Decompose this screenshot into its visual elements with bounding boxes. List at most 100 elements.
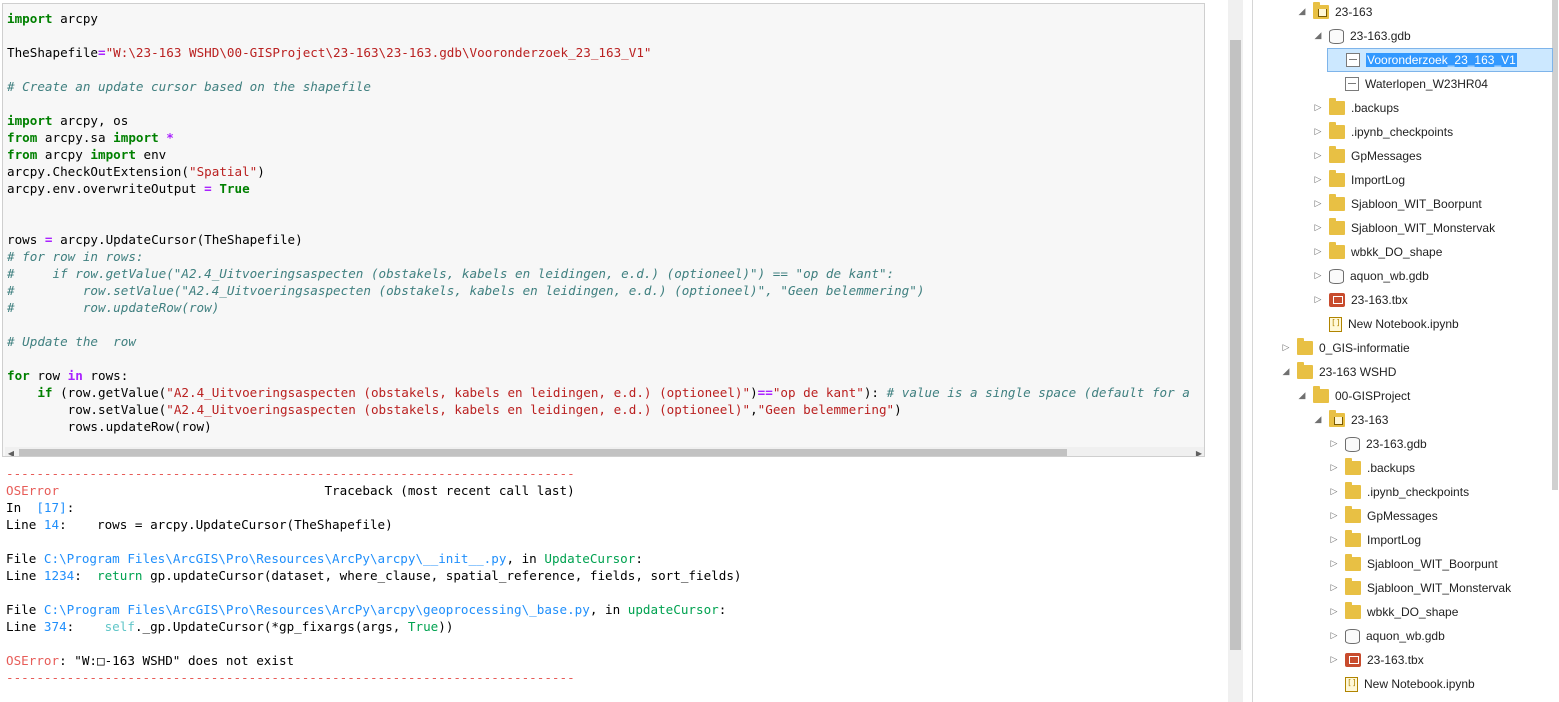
catalog-item[interactable]: ▷ .backups bbox=[1327, 456, 1415, 480]
expand-arrow-icon[interactable]: ▷ bbox=[1327, 439, 1341, 449]
code-token: row.setValue( bbox=[7, 402, 167, 417]
code-token: True bbox=[219, 181, 250, 196]
expand-arrow-icon[interactable]: ▷ bbox=[1327, 535, 1341, 545]
code-token: )) bbox=[438, 619, 454, 634]
catalog-item[interactable]: New Notebook.ipynb bbox=[1311, 312, 1459, 336]
code-token: File bbox=[6, 551, 44, 566]
output-line: Line 14: rows = arcpy.UpdateCursor(TheSh… bbox=[6, 516, 742, 533]
catalog-item[interactable]: Vooronderzoek_23_163_V1 bbox=[1327, 48, 1553, 72]
vertical-scroll-thumb[interactable] bbox=[1230, 40, 1241, 650]
code-token: arcpy.CheckOutExtension( bbox=[7, 164, 189, 179]
catalog-item[interactable]: ▷ aquon_wb.gdb bbox=[1327, 624, 1445, 648]
collapse-arrow-icon[interactable]: ◢ bbox=[1295, 7, 1309, 17]
catalog-item[interactable]: ▷ .ipynb_checkpoints bbox=[1327, 480, 1469, 504]
expand-arrow-icon[interactable]: ▷ bbox=[1311, 199, 1325, 209]
catalog-item[interactable]: ▷ .ipynb_checkpoints bbox=[1311, 120, 1453, 144]
expand-arrow-icon[interactable]: ▷ bbox=[1311, 175, 1325, 185]
horizontal-scrollbar[interactable]: ◀ ▶ bbox=[5, 447, 1204, 456]
output-line: ----------------------------------------… bbox=[6, 465, 742, 482]
expand-arrow-icon[interactable]: ▷ bbox=[1327, 631, 1341, 641]
expand-arrow-icon[interactable]: ▷ bbox=[1327, 463, 1341, 473]
catalog-item[interactable]: ◢ 23-163 WSHD bbox=[1279, 360, 1396, 384]
scroll-left-icon[interactable]: ◀ bbox=[5, 447, 17, 456]
catalog-item[interactable]: ▷ wbkk_DO_shape bbox=[1327, 600, 1458, 624]
code-token: In bbox=[6, 500, 37, 515]
collapse-arrow-icon[interactable]: ◢ bbox=[1311, 415, 1325, 425]
output-line: OSError Traceback (most recent call last… bbox=[6, 482, 742, 499]
catalog-item[interactable]: ▷ Sjabloon_WIT_Boorpunt bbox=[1327, 552, 1498, 576]
catalog-item[interactable]: ▷ Sjabloon_WIT_Monstervak bbox=[1311, 216, 1495, 240]
catalog-item[interactable]: ▷ ImportLog bbox=[1327, 528, 1421, 552]
catalog-item[interactable]: ▷ 23-163.tbx bbox=[1327, 648, 1424, 672]
catalog-item[interactable]: ▷ GpMessages bbox=[1327, 504, 1438, 528]
code-line: # row.updateRow(row) bbox=[7, 299, 1190, 316]
code-token: # value is a single space (default for a bbox=[886, 385, 1190, 400]
expand-arrow-icon[interactable]: ▷ bbox=[1311, 127, 1325, 137]
expand-arrow-icon[interactable]: ▷ bbox=[1311, 247, 1325, 257]
expand-arrow-icon[interactable]: ▷ bbox=[1327, 511, 1341, 521]
catalog-item[interactable]: Waterlopen_W23HR04 bbox=[1327, 72, 1488, 96]
code-token: : bbox=[66, 619, 105, 634]
expand-arrow-icon[interactable]: ▷ bbox=[1311, 295, 1325, 305]
catalog-item[interactable]: ◢ 23-163 bbox=[1295, 0, 1372, 24]
geodatabase-icon bbox=[1345, 436, 1360, 452]
catalog-item-label: 23-163 WSHD bbox=[1319, 365, 1397, 379]
code-token: "op de kant" bbox=[772, 385, 864, 400]
catalog-item[interactable]: ▷ 23-163.tbx bbox=[1311, 288, 1408, 312]
catalog-item-label: Sjabloon_WIT_Monstervak bbox=[1351, 221, 1496, 235]
horizontal-scroll-thumb[interactable] bbox=[19, 449, 1067, 456]
code-token: Traceback (most recent call last) bbox=[59, 483, 575, 498]
code-editor[interactable]: import arcpy TheShapefile="W:\23-163 WSHD… bbox=[7, 10, 1190, 435]
home-folder-icon bbox=[1329, 410, 1345, 427]
code-token: OSError bbox=[6, 653, 60, 668]
catalog-item[interactable]: ▷ ImportLog bbox=[1311, 168, 1405, 192]
catalog-item[interactable]: ▷ wbkk_DO_shape bbox=[1311, 240, 1442, 264]
expand-arrow-icon[interactable]: ▷ bbox=[1327, 655, 1341, 665]
output-line: File C:\Program Files\ArcGIS\Pro\Resourc… bbox=[6, 550, 742, 567]
code-line: # for row in rows: bbox=[7, 248, 1190, 265]
catalog-item[interactable]: ▷ .backups bbox=[1311, 96, 1399, 120]
code-token: = bbox=[44, 232, 53, 247]
collapse-arrow-icon[interactable]: ◢ bbox=[1279, 367, 1293, 377]
collapse-arrow-icon[interactable]: ◢ bbox=[1295, 391, 1309, 401]
catalog-item[interactable]: ◢ 23-163 bbox=[1311, 408, 1388, 432]
expand-arrow-icon[interactable]: ▷ bbox=[1327, 559, 1341, 569]
notebook-vertical-scrollbar[interactable] bbox=[1228, 0, 1243, 702]
code-token: True bbox=[407, 619, 439, 634]
collapse-arrow-icon[interactable]: ◢ bbox=[1311, 31, 1325, 41]
code-token: TheShapefile bbox=[7, 45, 98, 60]
code-token: ._gp.UpdateCursor(*gp_fixargs(args, bbox=[134, 619, 408, 634]
expand-arrow-icon[interactable]: ▷ bbox=[1311, 151, 1325, 161]
expand-arrow-icon[interactable]: ▷ bbox=[1279, 343, 1293, 353]
catalog-item-label: aquon_wb.gdb bbox=[1366, 629, 1445, 643]
catalog-item-label: New Notebook.ipynb bbox=[1348, 317, 1459, 331]
code-cell[interactable]: import arcpy TheShapefile="W:\23-163 WSHD… bbox=[2, 3, 1205, 457]
catalog-item[interactable]: New Notebook.ipynb bbox=[1327, 672, 1475, 696]
code-token: C:\Program Files\ArcGIS\Pro\Resources\Ar… bbox=[43, 551, 507, 566]
code-line: arcpy.CheckOutExtension("Spatial") bbox=[7, 163, 1190, 180]
catalog-scrollbar[interactable] bbox=[1552, 0, 1558, 490]
catalog-item[interactable]: ◢ 00-GISProject bbox=[1295, 384, 1410, 408]
expand-arrow-icon[interactable]: ▷ bbox=[1311, 271, 1325, 281]
catalog-item[interactable]: ▷ GpMessages bbox=[1311, 144, 1422, 168]
folder-icon bbox=[1329, 146, 1345, 163]
catalog-item[interactable]: ▷ 23-163.gdb bbox=[1327, 432, 1427, 456]
code-token: 14 bbox=[43, 517, 60, 532]
catalog-item[interactable]: ▷ Sjabloon_WIT_Monstervak bbox=[1327, 576, 1511, 600]
expand-arrow-icon[interactable]: ▷ bbox=[1327, 607, 1341, 617]
expand-arrow-icon[interactable]: ▷ bbox=[1311, 223, 1325, 233]
expand-arrow-icon[interactable]: ▷ bbox=[1327, 487, 1341, 497]
catalog-item[interactable]: ▷ Sjabloon_WIT_Boorpunt bbox=[1311, 192, 1482, 216]
catalog-item[interactable]: ▷ 0_GIS-informatie bbox=[1279, 336, 1410, 360]
home-folder-icon bbox=[1313, 2, 1329, 19]
expand-arrow-icon[interactable]: ▷ bbox=[1311, 103, 1325, 113]
expand-arrow-icon[interactable]: ▷ bbox=[1327, 583, 1341, 593]
scroll-right-icon[interactable]: ▶ bbox=[1193, 447, 1204, 456]
catalog-item[interactable]: ▷ aquon_wb.gdb bbox=[1311, 264, 1429, 288]
folder-icon bbox=[1345, 530, 1361, 547]
catalog-item[interactable]: ◢ 23-163.gdb bbox=[1311, 24, 1411, 48]
code-token: OSError bbox=[6, 483, 60, 498]
code-line: # if row.getValue("A2.4_Uitvoeringsaspec… bbox=[7, 265, 1190, 282]
